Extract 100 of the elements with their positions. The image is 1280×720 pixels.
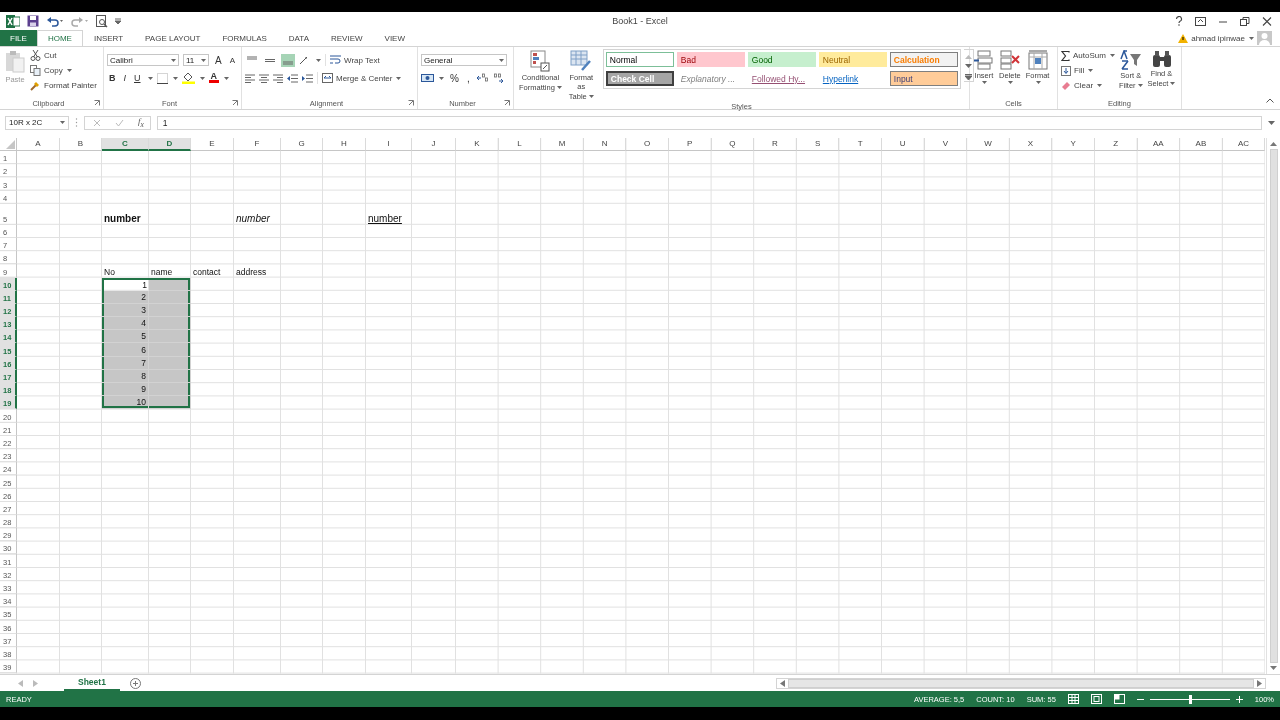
scroll-left-icon[interactable]: [780, 679, 785, 687]
scroll-up-icon[interactable]: [1270, 141, 1277, 146]
expand-icon[interactable]: [1268, 120, 1275, 125]
cell-style-option[interactable]: Explanatory ...: [676, 71, 745, 86]
grow-font-button[interactable]: A: [213, 54, 224, 66]
percent-button[interactable]: %: [448, 72, 461, 84]
align-left-icon[interactable]: [245, 73, 255, 83]
column-header[interactable]: V: [924, 138, 968, 151]
column-header[interactable]: G: [281, 138, 323, 151]
excel-logo-icon[interactable]: [6, 14, 20, 28]
column-header[interactable]: A: [17, 138, 60, 151]
normal-view-icon[interactable]: [1067, 694, 1079, 704]
font-family-field[interactable]: Calibri: [107, 54, 179, 66]
column-header[interactable]: C: [102, 138, 149, 151]
column-header[interactable]: N: [583, 138, 627, 151]
file-tab[interactable]: FILE: [0, 30, 37, 46]
cell-style-option[interactable]: Normal: [605, 52, 674, 67]
column-header[interactable]: Q: [711, 138, 755, 151]
shrink-font-button[interactable]: A: [227, 54, 237, 66]
increase-indent-icon[interactable]: [302, 73, 313, 83]
column-header[interactable]: AB: [1180, 138, 1223, 151]
column-header[interactable]: Y: [1052, 138, 1095, 151]
fill-button[interactable]: Fill: [1061, 64, 1115, 77]
column-header[interactable]: AC: [1222, 138, 1266, 151]
underline-button[interactable]: U: [132, 72, 143, 84]
vertical-scrollbar[interactable]: [1266, 138, 1280, 674]
column-header[interactable]: I: [366, 138, 412, 151]
user-name[interactable]: ahmad ipinwae: [1191, 33, 1245, 43]
column-header[interactable]: D: [149, 138, 191, 151]
fill-color-icon[interactable]: [181, 72, 195, 84]
bold-button[interactable]: B: [107, 72, 118, 84]
ribbon-tab[interactable]: INSERT: [82, 30, 135, 46]
column-header[interactable]: Z: [1094, 138, 1138, 151]
page-break-view-icon[interactable]: [1113, 694, 1125, 704]
scroll-right-icon[interactable]: [1257, 679, 1262, 687]
cell-style-option[interactable]: Bad: [676, 52, 745, 67]
column-header[interactable]: O: [626, 138, 669, 151]
borders-icon[interactable]: [156, 72, 168, 84]
dialog-launcher-icon[interactable]: [504, 100, 510, 106]
column-header[interactable]: J: [412, 138, 456, 151]
cell-style-option[interactable]: Followed Hy...: [747, 71, 816, 86]
autosum-button[interactable]: AutoSum: [1061, 49, 1115, 62]
customize-toolbar-icon[interactable]: [115, 18, 121, 24]
column-header[interactable]: L: [498, 138, 542, 151]
dialog-launcher-icon[interactable]: [408, 100, 414, 106]
column-header[interactable]: K: [456, 138, 499, 151]
ribbon-display-icon[interactable]: [1195, 16, 1206, 26]
clipboard-action[interactable]: Copy: [30, 64, 97, 77]
scroll-down-icon[interactable]: [1270, 666, 1277, 671]
column-header[interactable]: R: [754, 138, 797, 151]
column-header[interactable]: AA: [1137, 138, 1181, 151]
formula-field[interactable]: 1: [156, 115, 1262, 130]
merge-center-button[interactable]: Merge & Center: [322, 71, 402, 85]
gallery-scroll[interactable]: [963, 49, 974, 82]
increase-decimal-icon[interactable]: [475, 73, 488, 83]
ribbon-tab[interactable]: VIEW: [373, 30, 416, 46]
insert-function-button[interactable]: f$_{x}$: [138, 116, 144, 129]
scroll-down-icon[interactable]: [964, 64, 972, 69]
zoom-in-icon[interactable]: [1235, 695, 1243, 703]
help-icon[interactable]: [1175, 16, 1183, 26]
page-layout-view-icon[interactable]: [1090, 694, 1102, 704]
ribbon-tab[interactable]: REVIEW: [320, 30, 374, 46]
clipboard-action[interactable]: Format Painter: [30, 79, 97, 92]
horizontal-scrollbar[interactable]: [776, 677, 1266, 689]
print-preview-icon[interactable]: [96, 14, 108, 28]
drag-handle-icon[interactable]: [75, 118, 78, 127]
save-icon[interactable]: [27, 15, 39, 27]
align-right-icon[interactable]: [273, 73, 283, 83]
ribbon-tab[interactable]: PAGE LAYOUT: [134, 30, 212, 46]
ribbon-tab[interactable]: HOME: [36, 30, 83, 46]
dialog-launcher-icon[interactable]: [94, 100, 100, 106]
column-header[interactable]: S: [796, 138, 840, 151]
cell-style-option[interactable]: Input: [889, 71, 958, 86]
collapse-ribbon-icon[interactable]: [1266, 98, 1274, 103]
clipboard-action[interactable]: Cut: [30, 49, 97, 62]
sheet-tab[interactable]: Sheet1: [64, 675, 120, 691]
restore-icon[interactable]: [1240, 16, 1250, 26]
zoom-slider-thumb[interactable]: [1188, 694, 1192, 704]
column-header[interactable]: M: [541, 138, 584, 151]
number-format-field[interactable]: General: [421, 54, 507, 66]
ribbon-tab[interactable]: DATA: [277, 30, 320, 46]
currency-icon[interactable]: [421, 72, 434, 84]
font-size-field[interactable]: 11: [183, 54, 209, 66]
column-header[interactable]: P: [668, 138, 712, 151]
check-icon[interactable]: [115, 118, 124, 127]
clear-button[interactable]: Clear: [1061, 79, 1115, 92]
font-color-button[interactable]: A: [208, 73, 219, 83]
column-header[interactable]: X: [1009, 138, 1053, 151]
dialog-launcher-icon[interactable]: [232, 100, 238, 106]
wrap-text-button[interactable]: Wrap Text: [330, 53, 380, 67]
add-sheet-icon[interactable]: [129, 677, 141, 689]
decrease-decimal-icon[interactable]: [491, 73, 504, 83]
expand-gallery-icon[interactable]: [964, 74, 972, 80]
italic-button[interactable]: I: [121, 72, 128, 84]
ribbon-tab[interactable]: FORMULAS: [211, 30, 278, 46]
cell-style-option[interactable]: Good: [747, 52, 816, 67]
column-header[interactable]: H: [323, 138, 366, 151]
comma-button[interactable]: ,: [464, 72, 472, 84]
column-header[interactable]: E: [191, 138, 234, 151]
column-header[interactable]: W: [967, 138, 1010, 151]
